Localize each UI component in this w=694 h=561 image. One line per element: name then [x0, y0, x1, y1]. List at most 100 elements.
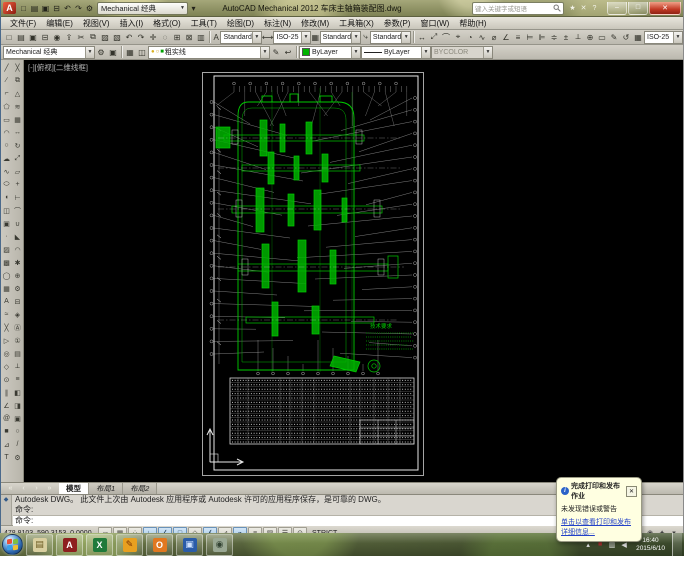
am-centerline-icon[interactable]: ≡ — [13, 373, 23, 386]
help-icon[interactable]: ? — [589, 2, 600, 14]
dim-quick-icon[interactable]: ≡ — [512, 31, 524, 43]
workspace-combo[interactable]: Mechanical 经典▼ — [3, 46, 95, 59]
item-修改(M)[interactable]: 修改(M) — [296, 18, 334, 29]
table-style-combo[interactable]: Standard▼ — [320, 31, 361, 44]
maximize-button[interactable]: □ — [628, 2, 648, 15]
scale-icon[interactable]: ⤢ — [13, 152, 23, 165]
item-窗口(W)[interactable]: 窗口(W) — [415, 18, 454, 29]
dim-inspect-icon[interactable]: ▭ — [596, 31, 608, 43]
donut-icon[interactable]: ◎ — [2, 347, 12, 360]
am-fits-icon[interactable]: ⟂ — [13, 360, 23, 373]
boundary-icon[interactable]: ⊙ — [2, 373, 12, 386]
show-desktop-button[interactable] — [672, 533, 682, 556]
workspace-switch-icon[interactable]: ⚙ — [84, 2, 95, 14]
color-combo[interactable]: ByLayer▼ — [299, 46, 361, 59]
solid-icon[interactable]: ■ — [2, 425, 12, 438]
new-icon[interactable]: □ — [18, 2, 29, 14]
notification-close-button[interactable]: ✕ — [626, 486, 637, 497]
taskbar-autocad[interactable]: A — [56, 534, 83, 556]
tab-last-icon[interactable]: » — [44, 483, 55, 495]
taskbar-foxit[interactable]: ✎ — [116, 534, 143, 556]
make-layer-current-icon[interactable]: ✎ — [270, 46, 282, 58]
dim-angular-icon[interactable]: ∠ — [500, 31, 512, 43]
workspace-save-icon[interactable]: ▣ — [107, 46, 119, 58]
table-icon[interactable]: ▦ — [2, 282, 12, 295]
tab-layout1[interactable]: 布局1 — [89, 483, 123, 494]
plot-preview-icon[interactable]: ◉ — [51, 31, 63, 43]
dim-continue-icon[interactable]: ⊫ — [536, 31, 548, 43]
plot-icon[interactable]: ⊟ — [39, 31, 51, 43]
am-hide-icon[interactable]: ◨ — [13, 399, 23, 412]
insert-block-icon[interactable]: ◫ — [2, 204, 12, 217]
am-symbol-icon[interactable]: Ⓐ — [13, 321, 23, 334]
rotate-icon[interactable]: ↻ — [13, 139, 23, 152]
taskbar-round-app[interactable]: ◉ — [206, 534, 233, 556]
save-icon[interactable]: ▣ — [40, 2, 51, 14]
undo-icon[interactable]: ↶ — [123, 31, 135, 43]
explode-icon[interactable]: ✱ — [13, 256, 23, 269]
workspace-settings-icon[interactable]: ⚙ — [95, 46, 107, 58]
break-icon[interactable]: ⌒ — [13, 204, 23, 217]
autocad-logo-icon[interactable]: A — [3, 2, 16, 14]
am-options-icon[interactable]: ⚙ — [13, 451, 23, 464]
tab-model[interactable]: 模型 — [59, 483, 89, 494]
close-button[interactable]: ✕ — [649, 2, 681, 15]
am-shaft-icon[interactable]: ⊟ — [13, 295, 23, 308]
helix-icon[interactable]: @ — [2, 412, 12, 425]
stretch-icon[interactable]: ▱ — [13, 165, 23, 178]
offset-icon[interactable]: ≋ — [13, 100, 23, 113]
line-icon[interactable]: ╱ — [2, 61, 12, 74]
am-bom-icon[interactable]: ▤ — [13, 347, 23, 360]
power-snap-icon[interactable]: ⊕ — [13, 269, 23, 282]
redo-icon[interactable]: ↷ — [73, 2, 84, 14]
rectangle-icon[interactable]: ▭ — [2, 113, 12, 126]
zoom-window-icon[interactable]: ⊞ — [171, 31, 183, 43]
viewport-controls[interactable]: [-][俯视][二维线框] — [28, 62, 88, 73]
point-icon[interactable]: · — [2, 230, 12, 243]
text-style-combo[interactable]: Standard▼ — [220, 31, 261, 44]
region-icon[interactable]: ◯ — [2, 269, 12, 282]
array-icon[interactable]: ▦ — [13, 113, 23, 126]
dim-edit-icon[interactable]: ↺ — [620, 31, 632, 43]
layer-on-icon[interactable]: ● — [151, 49, 155, 55]
search-icon[interactable] — [553, 4, 561, 12]
make-block-icon[interactable]: ▣ — [2, 217, 12, 230]
ellipse-icon[interactable]: ⬭ — [2, 178, 12, 191]
text-icon[interactable]: T — [2, 451, 12, 464]
wipeout-icon[interactable]: ◇ — [2, 360, 12, 373]
center-mark-icon[interactable]: ⊕ — [584, 31, 596, 43]
tolerance-icon[interactable]: ⟂ — [572, 31, 584, 43]
extend-icon[interactable]: ⊢ — [13, 191, 23, 204]
divide-icon[interactable]: ╳ — [2, 321, 12, 334]
dim-style-combo[interactable]: ISO-25▼ — [273, 31, 311, 44]
revcloud-icon[interactable]: ☁ — [2, 152, 12, 165]
new-icon[interactable]: □ — [3, 31, 15, 43]
copy-icon[interactable]: ⧉ — [87, 31, 99, 43]
notification-link[interactable]: 单击以查看打印和发布详细信息... — [561, 517, 637, 537]
taskbar-media-folder[interactable]: ▤ — [26, 534, 53, 556]
match-properties-icon[interactable]: ▧ — [111, 31, 123, 43]
item-文件(F)[interactable]: 文件(F) — [5, 18, 41, 29]
item-参数(P)[interactable]: 参数(P) — [379, 18, 416, 29]
item-帮助(H)[interactable]: 帮助(H) — [454, 18, 491, 29]
item-插入(I)[interactable]: 插入(I) — [115, 18, 149, 29]
undo-icon[interactable]: ↶ — [62, 2, 73, 14]
layer-lock-icon[interactable]: ■ — [160, 49, 164, 55]
tab-next-icon[interactable]: › — [31, 483, 42, 495]
mtext-icon[interactable]: A — [2, 295, 12, 308]
polyline-icon[interactable]: ⌐ — [2, 87, 12, 100]
sign-in-icon[interactable]: ★ — [567, 2, 578, 14]
drawing-canvas[interactable]: [-][俯视][二维线框] — [24, 60, 683, 482]
layer-thaw-icon[interactable]: ○ — [156, 49, 160, 55]
am-balloon-icon[interactable]: ① — [13, 334, 23, 347]
item-格式(O)[interactable]: 格式(O) — [148, 18, 186, 29]
dim-jogline-icon[interactable]: ✎ — [608, 31, 620, 43]
plot-icon[interactable]: ⊟ — [51, 2, 62, 14]
gradient-icon[interactable]: ▩ — [2, 256, 12, 269]
hatch-icon[interactable]: ▨ — [2, 243, 12, 256]
minimize-button[interactable]: – — [607, 2, 627, 15]
cut-icon[interactable]: ✂ — [75, 31, 87, 43]
save-icon[interactable]: ▣ — [27, 31, 39, 43]
open-icon[interactable]: ▤ — [29, 2, 40, 14]
dim-style-icon[interactable]: ▦ — [632, 31, 644, 43]
